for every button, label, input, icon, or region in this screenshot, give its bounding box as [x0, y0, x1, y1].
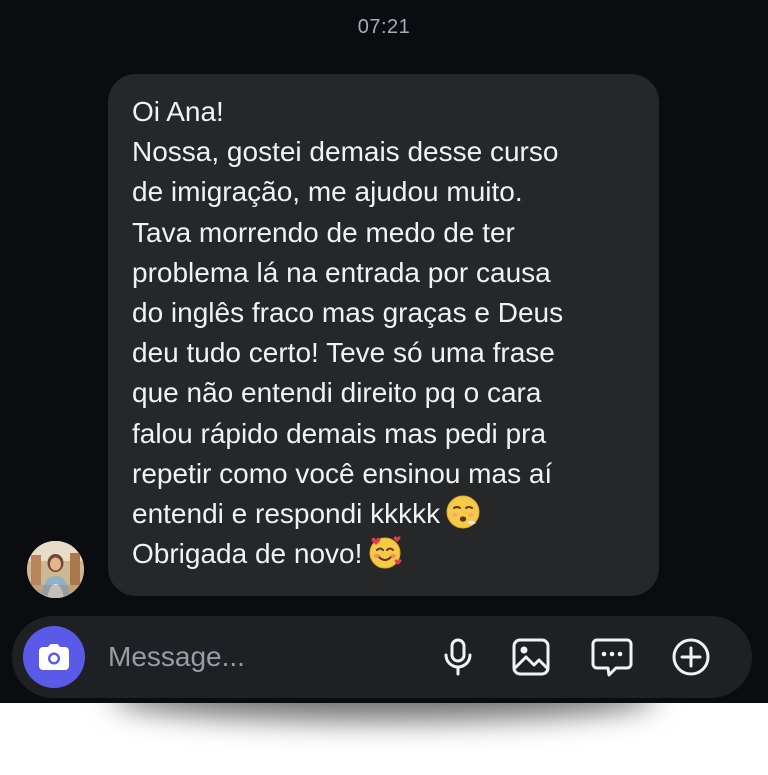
- message-line-text: entendi e respondi kkkkk: [132, 498, 441, 530]
- message-line: deu tudo certo! Teve só uma frase: [132, 337, 555, 369]
- more-options-button[interactable]: [669, 635, 713, 679]
- message-composer: [12, 616, 752, 698]
- sticker-button[interactable]: [590, 635, 634, 679]
- message-line: repetir como você ensinou mas aí: [132, 457, 553, 489]
- microphone-icon: [444, 638, 472, 676]
- camera-icon: [39, 644, 69, 670]
- received-message-bubble[interactable]: Oi Ana! Nossa, gostei demais desse curso…: [108, 74, 659, 596]
- message-line: problema lá na entrada por causa: [132, 256, 551, 288]
- message-input[interactable]: [108, 638, 408, 676]
- message-line: falou rápido demais mas pedi pra: [132, 417, 547, 449]
- screenshot-shadow: [0, 703, 768, 775]
- drop-shadow: [110, 703, 658, 721]
- sender-avatar[interactable]: [27, 541, 84, 598]
- message-line-with-emoji: entendi e respondi kkkkk: [132, 494, 639, 534]
- message-line: que não entendi direito pq o cara: [132, 377, 542, 409]
- message-timestamp: 07:21: [357, 16, 411, 38]
- image-icon: [512, 638, 550, 676]
- message-line: Oi Ana!: [132, 96, 224, 127]
- gallery-button[interactable]: [509, 635, 553, 679]
- avatar-photo: [27, 541, 84, 598]
- message-line: do inglês fraco mas graças e Deus: [132, 297, 564, 329]
- sticker-icon: [591, 638, 633, 677]
- camera-button[interactable]: [23, 626, 85, 688]
- voice-message-button[interactable]: [436, 635, 480, 679]
- plus-icon: [672, 638, 710, 676]
- chat-screen: 07:21 Oi Ana! Nossa, gostei demais desse…: [0, 0, 768, 703]
- message-line: Nossa, gostei demais desse curso: [132, 136, 559, 168]
- message-line: de imigração, me ajudou muito.: [132, 176, 523, 208]
- message-line: Tava morrendo de medo de ter: [132, 216, 515, 248]
- message-line-with-emoji: Obrigada de novo!: [132, 534, 639, 574]
- message-line-text: Obrigada de novo!: [132, 538, 363, 570]
- smiling-face-with-hearts-emoji-icon: [369, 536, 402, 569]
- relieved-face-emoji-icon: [446, 495, 480, 529]
